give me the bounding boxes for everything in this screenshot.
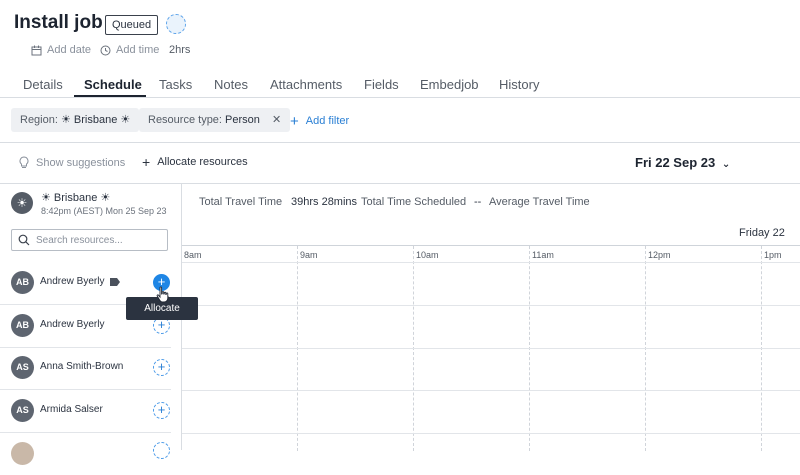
tab-details[interactable]: Details <box>23 77 63 92</box>
search-icon <box>18 234 30 246</box>
total-travel-time-label: Total Travel Time <box>199 196 283 208</box>
add-filter-label: Add filter <box>305 115 350 127</box>
resource-name: Andrew Byerly <box>40 276 105 287</box>
resource-row[interactable]: AS Armida Salser + <box>0 390 171 433</box>
schedule-timeline[interactable]: 8am 9am 10am 11am 12pm 1pm <box>182 245 800 451</box>
calendar-icon <box>31 45 42 55</box>
add-filter-button[interactable]: + Add filter <box>290 113 349 130</box>
show-suggestions-button[interactable]: Show suggestions <box>19 156 125 169</box>
hour-label: 1pm <box>764 250 782 260</box>
day-label: Friday 22 <box>739 227 785 239</box>
allocate-resources-button[interactable]: + Allocate resources <box>142 153 248 170</box>
region-filter-chip[interactable]: Region: ☀ Brisbane ☀ <box>11 108 140 132</box>
avatar: AS <box>11 399 34 422</box>
search-field[interactable] <box>11 229 168 251</box>
hand-cursor-icon <box>156 286 169 303</box>
avatar: AS <box>11 356 34 379</box>
region-filter-value: ☀ Brisbane ☀ <box>60 114 131 126</box>
remove-filter-icon[interactable]: ✕ <box>272 114 281 126</box>
schedule-toolbar: Show suggestions + Allocate resources Fr… <box>0 143 800 184</box>
tab-tasks[interactable]: Tasks <box>159 77 192 92</box>
region-filter-label: Region: <box>20 114 58 126</box>
plus-icon: + <box>290 113 299 130</box>
add-date-label: Add date <box>47 44 92 56</box>
clock-icon <box>100 45 111 55</box>
add-time-button[interactable]: Add time <box>100 44 159 56</box>
add-date-button[interactable]: Add date <box>31 44 91 56</box>
tab-schedule[interactable]: Schedule <box>84 77 142 92</box>
total-travel-time-value: 39hrs 28mins <box>291 196 358 208</box>
filter-bar: Region: ☀ Brisbane ☀ Resource type: Pers… <box>0 98 800 143</box>
tab-notes[interactable]: Notes <box>214 77 248 92</box>
allocate-button[interactable]: + <box>153 402 170 419</box>
allocate-resources-label: Allocate resources <box>157 156 248 168</box>
hour-label: 8am <box>184 250 202 260</box>
add-time-label: Add time <box>116 44 160 56</box>
date-selector-label: Fri 22 Sep 23 <box>635 155 716 170</box>
tab-embedjob[interactable]: Embedjob <box>420 77 479 92</box>
hour-label: 12pm <box>648 250 671 260</box>
total-time-scheduled-value: -- <box>474 196 482 208</box>
tab-fields[interactable]: Fields <box>364 77 399 92</box>
resource-name: Armida Salser <box>40 404 103 415</box>
tab-attachments[interactable]: Attachments <box>270 77 342 92</box>
row-divider <box>182 348 800 349</box>
plus-icon: + <box>142 153 151 170</box>
row-divider <box>182 433 800 434</box>
show-suggestions-label: Show suggestions <box>36 156 126 169</box>
resource-row[interactable]: AS Anna Smith-Brown + <box>0 347 171 390</box>
chevron-down-icon: ⌄ <box>721 159 731 170</box>
search-input[interactable] <box>36 232 161 248</box>
lightbulb-icon <box>19 156 29 168</box>
tag-icon <box>110 278 120 286</box>
assignee-avatar-placeholder[interactable] <box>166 14 186 34</box>
avatar <box>11 442 34 465</box>
hour-label: 10am <box>416 250 439 260</box>
status-badge: Queued <box>105 15 159 35</box>
page-title: Install job <box>14 12 103 33</box>
duration-value: 2hrs <box>169 44 191 56</box>
avatar: AB <box>11 314 34 337</box>
average-travel-time-label: Average Travel Time <box>489 196 590 208</box>
tab-history[interactable]: History <box>499 77 539 92</box>
tab-bar: Details Schedule Tasks Notes Attachments… <box>0 70 800 98</box>
row-divider <box>182 262 800 263</box>
avatar: AB <box>11 271 34 294</box>
active-tab-indicator <box>74 95 146 97</box>
hour-label: 9am <box>300 250 318 260</box>
resource-type-filter-value: Person <box>225 114 260 126</box>
resource-row[interactable] <box>0 433 171 475</box>
row-divider <box>182 390 800 391</box>
date-selector[interactable]: Fri 22 Sep 23 ⌄ <box>635 155 730 170</box>
region-local-time: 8:42pm (AEST) Mon 25 Sep 23 <box>41 206 167 216</box>
sun-icon: ☀ <box>11 192 33 214</box>
row-divider <box>182 305 800 306</box>
region-name: ☀ Brisbane ☀ <box>41 192 111 204</box>
resource-type-filter-label: Resource type: <box>148 114 222 126</box>
allocate-button[interactable]: + <box>153 359 170 376</box>
allocate-button[interactable] <box>153 442 170 459</box>
resource-name: Anna Smith-Brown <box>40 361 124 372</box>
resource-type-filter-chip[interactable]: Resource type: Person ✕ <box>139 108 291 132</box>
hour-label: 11am <box>532 250 554 260</box>
total-time-scheduled-label: Total Time Scheduled <box>361 196 467 208</box>
resource-name: Andrew Byerly <box>40 319 105 330</box>
